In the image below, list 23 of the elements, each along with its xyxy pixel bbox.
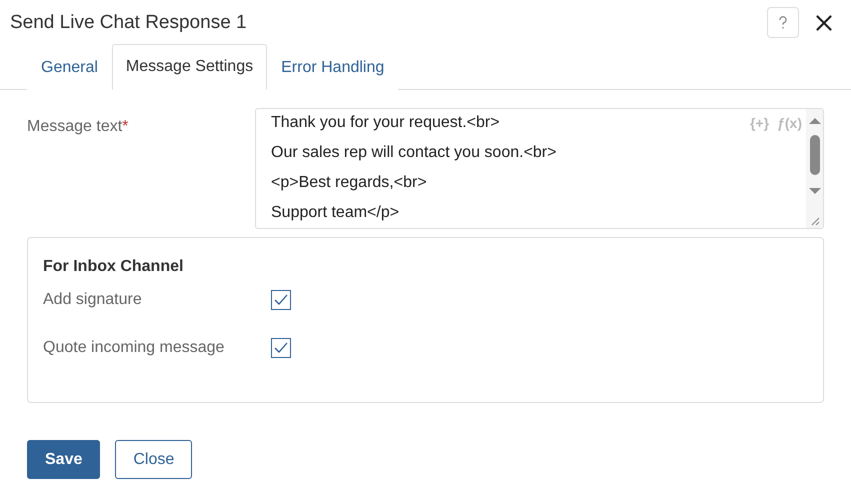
save-button[interactable]: Save (27, 440, 100, 479)
text-line: <p>Best regards,<br> (271, 173, 427, 193)
checkbox[interactable] (271, 338, 291, 358)
section-title: For Inbox Channel (43, 258, 184, 276)
option-label: Quote incoming message (43, 339, 226, 357)
field-label: Message text* (27, 117, 130, 137)
scroll-up-icon[interactable] (808, 117, 820, 125)
text-line: Thank you for your request.<br> (271, 113, 500, 133)
checkbox[interactable] (271, 290, 291, 310)
scroll-down-icon[interactable] (808, 187, 820, 195)
resize-handle-icon[interactable] (810, 216, 820, 226)
message-text-field[interactable]: Thank you for your request.<br> Our sales rep will contact you soon.<br> <p>Best regards,<br> Support team</p> {+} ƒ(x) (255, 108, 824, 229)
text-line: Our sales rep will contact you soon.<br> (271, 143, 556, 163)
text-line: Support team</p> (271, 203, 400, 223)
question-mark-icon (778, 16, 788, 30)
scrollbar-thumb[interactable] (810, 135, 820, 175)
checkmark-icon (274, 342, 288, 354)
tab[interactable]: Message Settings (112, 44, 268, 90)
window-title: Send Live Chat Response 1 (10, 12, 248, 34)
checkmark-icon (274, 294, 288, 306)
close-button[interactable]: Close (115, 440, 192, 479)
option-label: Add signature (43, 291, 143, 309)
help-button[interactable] (767, 7, 799, 38)
